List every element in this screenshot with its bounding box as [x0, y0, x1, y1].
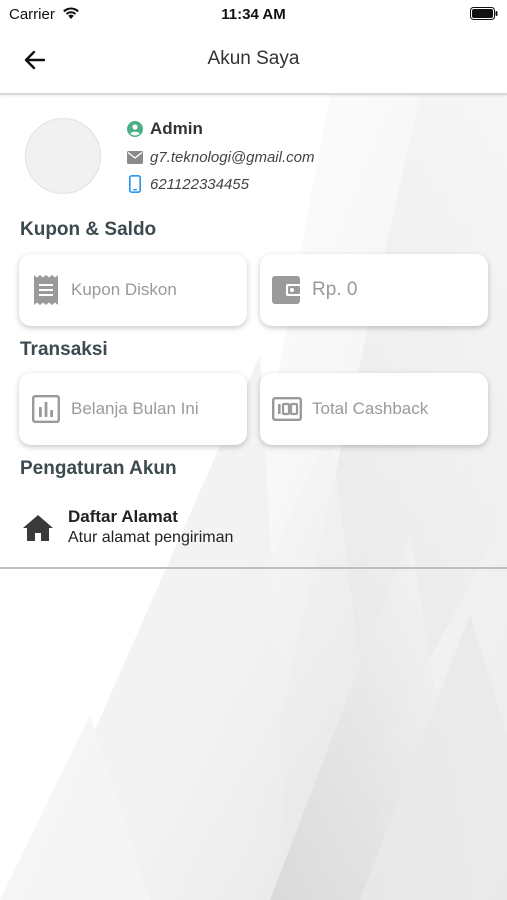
arrow-left-icon	[24, 50, 46, 70]
daftar-alamat-title: Daftar Alamat	[68, 507, 178, 526]
counter-100-icon	[272, 394, 302, 424]
daftar-alamat-subtitle: Atur alamat pengiriman	[68, 529, 234, 546]
profile-phone-row: 621122334455	[126, 175, 249, 193]
battery-icon	[470, 7, 498, 25]
wallet-icon	[272, 275, 302, 305]
belanja-bulan-ini-card[interactable]: Belanja Bulan Ini	[19, 373, 247, 445]
page-title: Akun Saya	[207, 48, 300, 69]
section-title-kupon-saldo: Kupon & Saldo	[20, 219, 157, 240]
mail-icon	[126, 148, 144, 166]
menu-item-daftar-alamat[interactable]: Daftar Alamat Atur alamat pengiriman	[0, 499, 507, 557]
background-pattern	[0, 95, 507, 900]
section-title-pengaturan-akun: Pengaturan Akun	[20, 458, 177, 479]
kupon-diskon-label: Kupon Diskon	[71, 280, 177, 299]
status-time: 11:34 AM	[221, 6, 286, 23]
belanja-bulan-ini-label: Belanja Bulan Ini	[71, 399, 199, 418]
profile-email-row: g7.teknologi@gmail.com	[126, 148, 314, 166]
user-icon	[126, 120, 144, 138]
saldo-value: Rp. 0	[312, 279, 358, 300]
total-cashback-card[interactable]: Total Cashback	[260, 373, 488, 445]
home-icon	[22, 513, 54, 543]
saldo-card[interactable]: Rp. 0	[260, 254, 488, 326]
screen: Carrier 11:34 AM Akun Saya Admin g7.tekn…	[0, 0, 507, 900]
divider	[0, 567, 507, 569]
kupon-diskon-card[interactable]: Kupon Diskon	[19, 254, 247, 326]
app-bar: Akun Saya	[0, 28, 507, 95]
total-cashback-label: Total Cashback	[312, 399, 429, 418]
receipt-icon	[31, 275, 61, 305]
profile-name: Admin	[150, 119, 203, 138]
profile-name-row: Admin	[126, 119, 203, 139]
back-button[interactable]	[18, 45, 52, 75]
section-title-transaksi: Transaksi	[20, 339, 108, 360]
status-bar: Carrier 11:34 AM	[0, 0, 507, 28]
profile-email: g7.teknologi@gmail.com	[150, 148, 315, 166]
phone-icon	[126, 175, 144, 193]
bar-chart-icon	[31, 394, 61, 424]
profile-phone: 621122334455	[150, 175, 249, 193]
avatar[interactable]	[25, 118, 101, 194]
